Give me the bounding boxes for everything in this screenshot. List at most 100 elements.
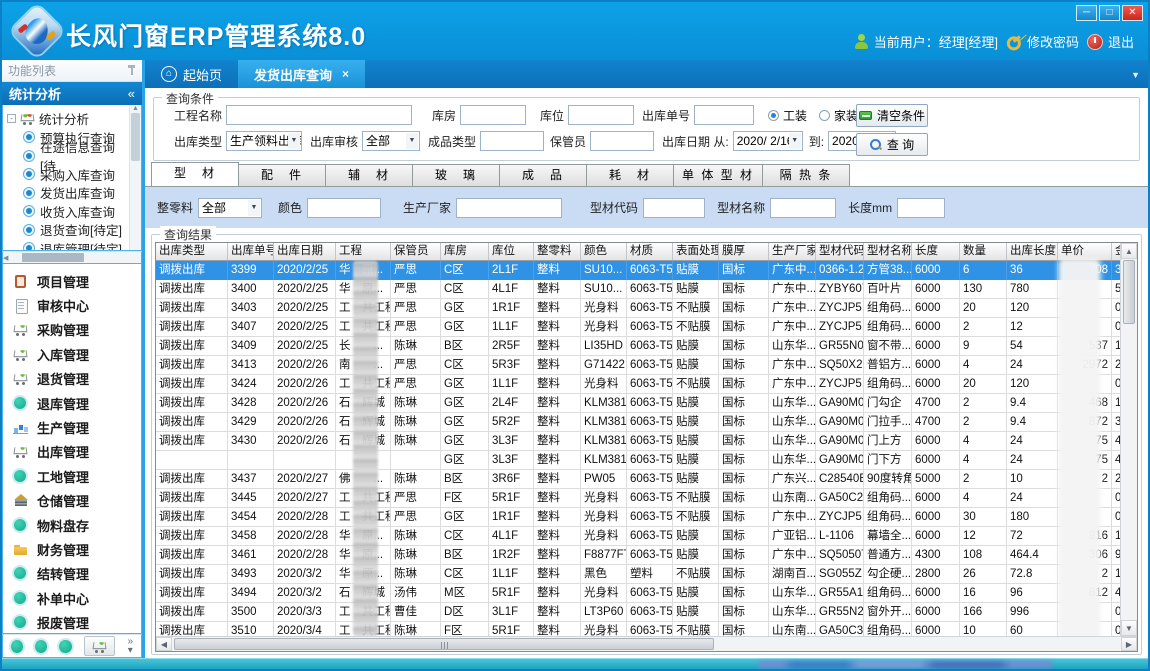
tree-item[interactable]: 退货查询[待定] — [7, 221, 127, 240]
tab-home[interactable]: ⌂ 起始页 — [145, 60, 238, 88]
column-header[interactable]: 型材代码 — [816, 243, 864, 260]
table-row[interactable]: 调拨出库34372020/2/27佛 ...陈琳B区3R6F整料PW056063… — [156, 470, 1120, 489]
column-header[interactable]: 保管员 — [391, 243, 441, 260]
material-tab-8[interactable]: 隔 热 条 — [762, 164, 850, 186]
tree-item[interactable]: 发货出库查询 — [7, 184, 127, 203]
keeper-input[interactable] — [590, 131, 654, 151]
table-row[interactable]: 调拨出库34452020/2/27工 共工程严思F区5R1F整料光身料6063-… — [156, 489, 1120, 508]
order-no-input[interactable] — [694, 105, 754, 125]
table-row[interactable]: 调拨出库34282020/2/26石 辉城陈琳G区2L4F整料KLM381760… — [156, 394, 1120, 413]
tree-horizontal-scrollbar[interactable]: ◀ — [2, 251, 142, 264]
audit-select[interactable]: 全部▼ — [362, 131, 420, 151]
material-tab-4[interactable]: 玻 璃 — [412, 164, 500, 186]
table-row[interactable]: 调拨出库35102020/3/4工 共工程陈琳F区5R1F整料光身料6063-T… — [156, 622, 1120, 636]
project-name-input[interactable] — [226, 105, 412, 125]
close-button[interactable]: ✕ — [1122, 5, 1143, 21]
column-header[interactable]: 金额 — [1112, 243, 1120, 260]
table-row[interactable]: 调拨出库34242020/2/26工 共工程严思G区1L1F整料光身料6063-… — [156, 375, 1120, 394]
sidebar-item-报废管理[interactable]: 报废管理 — [3, 610, 141, 634]
column-header[interactable]: 膜厚 — [719, 243, 769, 260]
sidebar-section-header[interactable]: 统计分析 « — [2, 82, 142, 105]
material-tab-3[interactable]: 辅 材 — [325, 164, 413, 186]
sidebar-item-退库管理[interactable]: 退库管理 — [3, 391, 141, 415]
table-row[interactable]: 调拨出库34132020/2/26南 ...严思C区5R3F整料G7142260… — [156, 356, 1120, 375]
table-row[interactable]: 调拨出库34582020/2/28华 原...陈琳C区4L1F整料光身料6063… — [156, 527, 1120, 546]
minimize-button[interactable]: ─ — [1076, 5, 1097, 21]
column-header[interactable]: 数量 — [960, 243, 1007, 260]
tree-vertical-scrollbar[interactable]: ▲ — [129, 105, 141, 250]
table-row[interactable]: 调拨出库34542020/2/28工 共工程严思G区1R1F整料光身料6063-… — [156, 508, 1120, 527]
out-type-select[interactable]: 生产领料出库▼ — [226, 131, 302, 151]
sidebar-item-仓储管理[interactable]: 仓储管理 — [3, 489, 141, 513]
maximize-button[interactable]: □ — [1099, 5, 1120, 21]
column-header[interactable]: 出库日期 — [274, 243, 336, 260]
column-header[interactable]: 出库长度 — [1007, 243, 1058, 260]
sidebar-item-入库管理[interactable]: 入库管理 — [3, 342, 141, 366]
grid-horizontal-scrollbar[interactable]: ◀ ▶ — [156, 636, 1137, 651]
zhengling-select[interactable]: 全部▼ — [198, 198, 262, 218]
tree-item[interactable]: 在途信息查询[待 — [7, 147, 127, 166]
product-type-input[interactable] — [480, 131, 544, 151]
material-tab-6[interactable]: 耗 材 — [586, 164, 674, 186]
collapse-icon[interactable]: « — [128, 86, 135, 101]
column-header[interactable]: 单价 — [1058, 243, 1112, 260]
material-tab-5[interactable]: 成 品 — [499, 164, 587, 186]
column-header[interactable]: 库位 — [489, 243, 534, 260]
tree-item[interactable]: 退库管理[待定] — [7, 239, 127, 251]
sidebar-item-项目管理[interactable]: 项目管理 — [3, 269, 141, 293]
column-header[interactable]: 工程 — [336, 243, 391, 260]
column-header[interactable]: 生产厂家 — [769, 243, 816, 260]
grid-vertical-scrollbar[interactable]: ▲ ▼ — [1120, 243, 1137, 636]
location-input[interactable] — [568, 105, 634, 125]
table-row[interactable]: 调拨出库34302020/2/26石 辉城陈琳G区3L3F整料KLM381760… — [156, 432, 1120, 451]
warehouse-input[interactable] — [460, 105, 526, 125]
column-header[interactable]: 材质 — [627, 243, 673, 260]
table-row[interactable]: G区3L3F整料KLM38176063-T5贴膜国标山东华...GA90M09.… — [156, 451, 1120, 470]
column-header[interactable]: 出库单号 — [228, 243, 274, 260]
material-tab-2[interactable]: 配 件 — [238, 164, 326, 186]
sidebar-item-采购管理[interactable]: 采购管理 — [3, 318, 141, 342]
color-input[interactable] — [307, 198, 381, 218]
table-row[interactable]: 调拨出库34292020/2/26石 辉城陈琳G区5R2F整料KLM381760… — [156, 413, 1120, 432]
table-row[interactable]: 调拨出库34092020/2/25长 ...陈琳B区2R5F整料LI35HD60… — [156, 337, 1120, 356]
column-header[interactable]: 出库类型 — [156, 243, 228, 260]
radio-jiazhuang[interactable] — [819, 110, 830, 121]
table-row[interactable]: 调拨出库34932020/3/2华 原...陈琳C区1L1F整料黑色塑料不贴膜国… — [156, 565, 1120, 584]
column-header[interactable]: 库房 — [441, 243, 489, 260]
tree-root[interactable]: - 统计分析 — [7, 109, 127, 128]
sidebar-item-结转管理[interactable]: 结转管理 — [3, 562, 141, 586]
column-header[interactable]: 型材名称 — [864, 243, 912, 260]
code-input[interactable] — [643, 198, 705, 218]
sidebar-item-生产管理[interactable]: 生产管理 — [3, 415, 141, 439]
material-tab-7[interactable]: 单 体 型 材 — [673, 164, 763, 186]
sidebar-item-出库管理[interactable]: 出库管理 — [3, 440, 141, 464]
table-row[interactable]: 调拨出库34002020/2/25华 原...严思C区4L1F整料SU10...… — [156, 280, 1120, 299]
sidebar-item-退货管理[interactable]: 退货管理 — [3, 367, 141, 391]
footer-dot-button-1[interactable] — [11, 640, 23, 653]
pin-icon[interactable] — [127, 65, 136, 76]
search-button[interactable]: 查 询 — [856, 133, 928, 156]
tab-list-dropdown-icon[interactable]: ▼ — [1131, 70, 1140, 80]
name-input[interactable] — [770, 198, 836, 218]
material-tab-1[interactable]: 型 材 — [151, 162, 239, 186]
tab-close-icon[interactable]: × — [342, 67, 349, 81]
footer-cart-button[interactable] — [84, 636, 116, 656]
length-input[interactable] — [897, 198, 945, 218]
column-header[interactable]: 长度 — [912, 243, 960, 260]
footer-dot-button-2[interactable] — [35, 640, 47, 653]
date-from-select[interactable]: 2020/ 2/16▼ — [733, 131, 803, 151]
logout-button[interactable]: 退出 — [1087, 32, 1134, 51]
sidebar-item-物料盘存[interactable]: 物料盘存 — [3, 513, 141, 537]
table-row[interactable]: 调拨出库34032020/2/25工 共工程严思G区1R1F整料光身料6063-… — [156, 299, 1120, 318]
column-header[interactable]: 颜色 — [581, 243, 627, 260]
sidebar-item-审核中心[interactable]: 审核中心 — [3, 293, 141, 317]
table-row[interactable]: 调拨出库33992020/2/25华 原...严思C区2L1F整料SU10...… — [156, 261, 1120, 280]
column-header[interactable]: 表面处理 — [673, 243, 719, 260]
change-password-button[interactable]: 修改密码 — [1006, 32, 1079, 51]
tab-shipment-outbound-query[interactable]: 发货出库查询 × — [238, 60, 365, 88]
sidebar-item-工地管理[interactable]: 工地管理 — [3, 464, 141, 488]
footer-dot-button-3[interactable] — [59, 640, 71, 653]
column-header[interactable]: 整零料 — [534, 243, 581, 260]
sidebar-item-财务管理[interactable]: 财务管理 — [3, 537, 141, 561]
table-row[interactable]: 调拨出库34942020/3/2石 辉城汤伟M区5R1F整料光身料6063-T5… — [156, 584, 1120, 603]
